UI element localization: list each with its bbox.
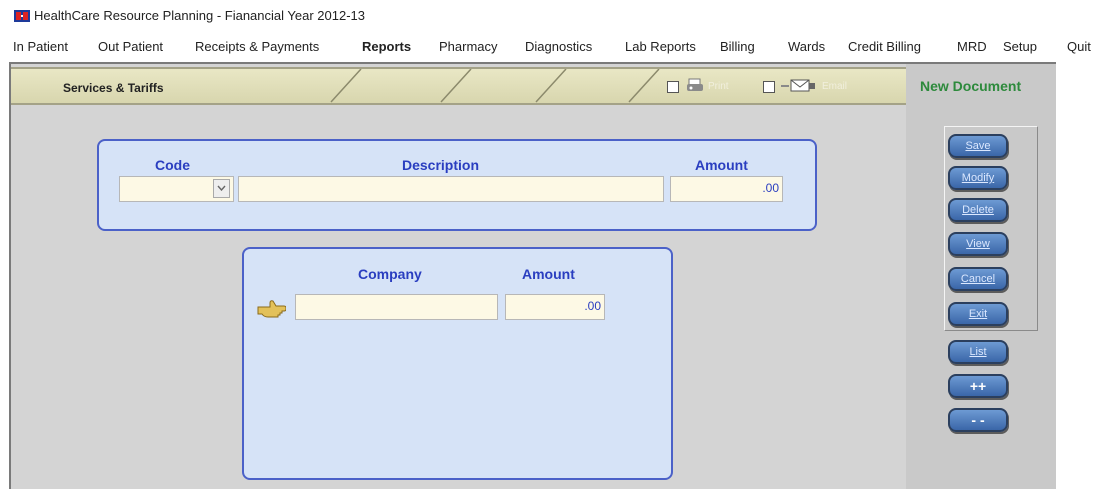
exit-button[interactable]: Exit (948, 302, 1008, 326)
menu-out-patient[interactable]: Out Patient (98, 39, 163, 54)
cancel-button[interactable]: Cancel (948, 267, 1008, 291)
company-amount-input[interactable]: .00 (505, 294, 605, 320)
code-dropdown[interactable] (119, 176, 234, 202)
menu-credit-billing[interactable]: Credit Billing (848, 39, 921, 54)
description-input[interactable] (238, 176, 664, 202)
form-title: Services & Tariffs (63, 81, 164, 95)
menu-receipts-payments[interactable]: Receipts & Payments (195, 39, 319, 54)
menu-in-patient[interactable]: In Patient (13, 39, 68, 54)
service-amount-input[interactable]: .00 (670, 176, 783, 202)
modify-button[interactable]: Modify (948, 166, 1008, 190)
menu-setup[interactable]: Setup (1003, 39, 1037, 54)
email-label: Email (822, 81, 848, 92)
view-button[interactable]: View (948, 232, 1008, 256)
menu-pharmacy[interactable]: Pharmacy (439, 39, 498, 54)
menu-diagnostics[interactable]: Diagnostics (525, 39, 592, 54)
list-button[interactable]: List (948, 340, 1008, 364)
email-checkbox[interactable] (763, 81, 775, 93)
company-input[interactable] (295, 294, 498, 320)
menu-billing[interactable]: Billing (720, 39, 755, 54)
service-amount-label: Amount (695, 157, 748, 173)
code-label: Code (155, 157, 190, 173)
company-amount-label: Amount (522, 266, 575, 282)
print-label: Print (708, 81, 729, 92)
description-label: Description (402, 157, 480, 173)
title-bar: HealthCare Resource Planning - Fianancia… (0, 0, 1102, 26)
menu-mrd[interactable]: MRD (957, 39, 987, 54)
email-icon (781, 79, 815, 92)
print-checkbox[interactable] (667, 81, 679, 93)
company-label: Company (358, 266, 422, 282)
next-record-button[interactable]: ++ (948, 374, 1008, 398)
save-button[interactable]: Save (948, 134, 1008, 158)
delete-button[interactable]: Delete (948, 198, 1008, 222)
menu-bar: In Patient Out Patient Receipts & Paymen… (0, 32, 1102, 54)
menu-reports[interactable]: Reports (362, 39, 411, 54)
menu-quit[interactable]: Quit (1067, 39, 1091, 54)
form-header: Services & Tariffs Print Email (11, 67, 906, 105)
menu-lab-reports[interactable]: Lab Reports (625, 39, 696, 54)
pointing-hand-icon (257, 300, 286, 318)
company-panel (242, 247, 673, 480)
window-title: HealthCare Resource Planning - Fianancia… (34, 8, 365, 23)
document-status: New Document (920, 78, 1022, 94)
app-logo-icon (14, 10, 30, 22)
menu-wards[interactable]: Wards (788, 39, 825, 54)
printer-icon (687, 78, 703, 91)
previous-record-button[interactable]: - - (948, 408, 1008, 432)
chevron-down-icon[interactable] (213, 179, 230, 198)
